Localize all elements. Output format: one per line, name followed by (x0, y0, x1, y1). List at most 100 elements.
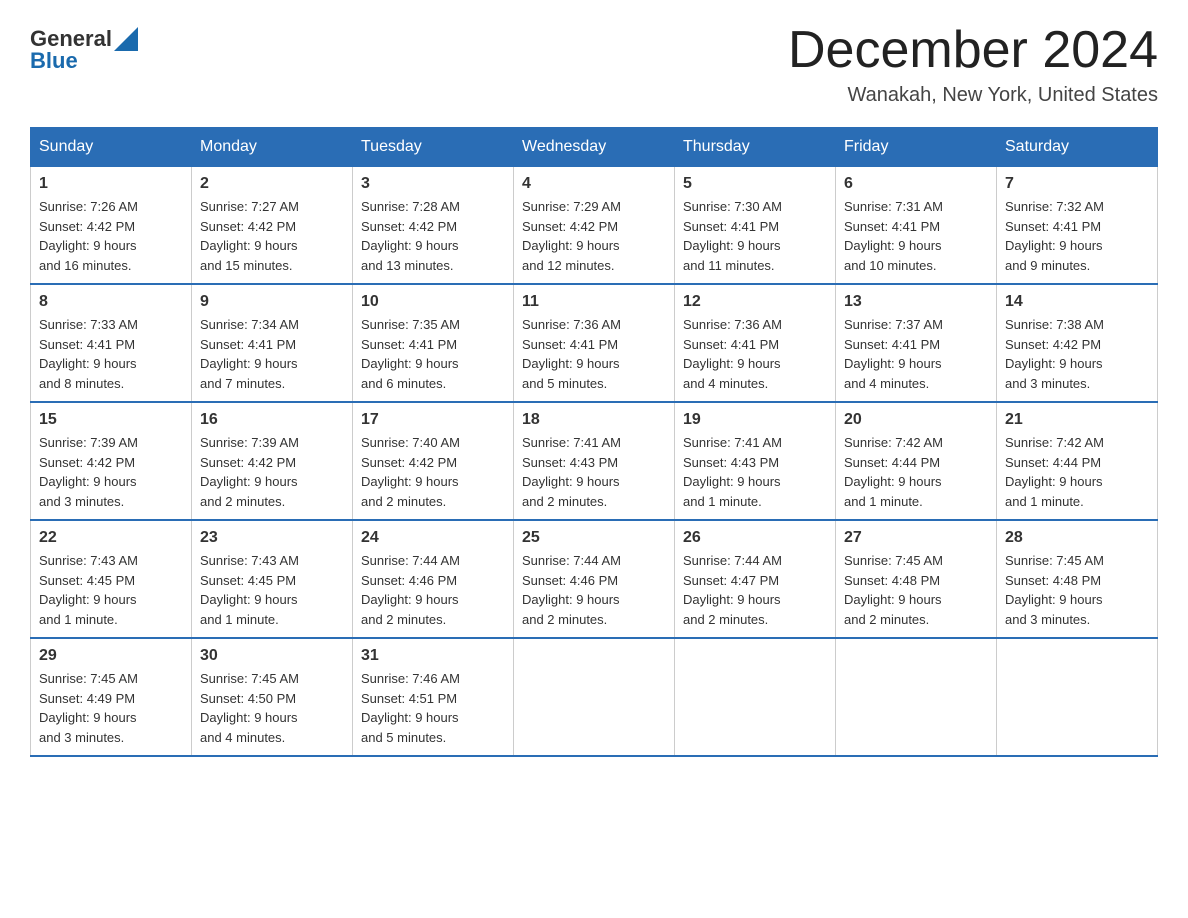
day-info: Sunrise: 7:35 AMSunset: 4:41 PMDaylight:… (361, 315, 505, 393)
day-number: 13 (844, 293, 988, 311)
day-number: 5 (683, 175, 827, 193)
calendar-cell: 27 Sunrise: 7:45 AMSunset: 4:48 PMDayligh… (836, 520, 997, 638)
day-number: 15 (39, 411, 183, 429)
day-info: Sunrise: 7:39 AMSunset: 4:42 PMDaylight:… (200, 433, 344, 511)
day-info: Sunrise: 7:38 AMSunset: 4:42 PMDaylight:… (1005, 315, 1149, 393)
day-number: 7 (1005, 175, 1149, 193)
day-number: 18 (522, 411, 666, 429)
day-header-tuesday: Tuesday (353, 128, 514, 167)
day-number: 1 (39, 175, 183, 193)
calendar-cell (836, 638, 997, 756)
month-title: December 2024 (788, 20, 1158, 80)
calendar-cell (675, 638, 836, 756)
day-number: 19 (683, 411, 827, 429)
location-title: Wanakah, New York, United States (788, 84, 1158, 107)
calendar-cell: 14 Sunrise: 7:38 AMSunset: 4:42 PMDayligh… (997, 284, 1158, 402)
day-info: Sunrise: 7:29 AMSunset: 4:42 PMDaylight:… (522, 197, 666, 275)
calendar-cell: 29Sunrise: 7:45 AMSunset: 4:49 PMDayligh… (31, 638, 192, 756)
calendar-week-row: 1 Sunrise: 7:26 AMSunset: 4:42 PMDaylight… (31, 167, 1158, 285)
day-number: 6 (844, 175, 988, 193)
day-number: 22 (39, 529, 183, 547)
day-info: Sunrise: 7:45 AMSunset: 4:50 PMDaylight:… (200, 669, 344, 747)
day-number: 31 (361, 647, 505, 665)
day-header-monday: Monday (192, 128, 353, 167)
calendar-week-row: 29Sunrise: 7:45 AMSunset: 4:49 PMDayligh… (31, 638, 1158, 756)
calendar-cell: 21Sunrise: 7:42 AMSunset: 4:44 PMDayligh… (997, 402, 1158, 520)
day-info: Sunrise: 7:26 AMSunset: 4:42 PMDaylight:… (39, 197, 183, 275)
calendar-cell: 9 Sunrise: 7:34 AMSunset: 4:41 PMDaylight… (192, 284, 353, 402)
day-header-sunday: Sunday (31, 128, 192, 167)
day-header-thursday: Thursday (675, 128, 836, 167)
day-info: Sunrise: 7:28 AMSunset: 4:42 PMDaylight:… (361, 197, 505, 275)
calendar-cell: 19Sunrise: 7:41 AMSunset: 4:43 PMDayligh… (675, 402, 836, 520)
title-area: December 2024 Wanakah, New York, United … (788, 20, 1158, 107)
calendar-cell: 7 Sunrise: 7:32 AMSunset: 4:41 PMDaylight… (997, 167, 1158, 285)
day-number: 28 (1005, 529, 1149, 547)
day-info: Sunrise: 7:30 AMSunset: 4:41 PMDaylight:… (683, 197, 827, 275)
calendar-cell: 16 Sunrise: 7:39 AMSunset: 4:42 PMDayligh… (192, 402, 353, 520)
calendar-cell: 18 Sunrise: 7:41 AMSunset: 4:43 PMDayligh… (514, 402, 675, 520)
day-number: 26 (683, 529, 827, 547)
day-number: 29 (39, 647, 183, 665)
day-number: 20 (844, 411, 988, 429)
logo-triangle-icon (114, 27, 138, 51)
day-number: 14 (1005, 293, 1149, 311)
calendar-cell: 11Sunrise: 7:36 AMSunset: 4:41 PMDayligh… (514, 284, 675, 402)
page-header: General Blue December 2024 Wanakah, New … (30, 20, 1158, 107)
calendar-cell: 26 Sunrise: 7:44 AMSunset: 4:47 PMDayligh… (675, 520, 836, 638)
calendar-cell (997, 638, 1158, 756)
day-info: Sunrise: 7:45 AMSunset: 4:48 PMDaylight:… (844, 551, 988, 629)
day-info: Sunrise: 7:43 AMSunset: 4:45 PMDaylight:… (200, 551, 344, 629)
day-info: Sunrise: 7:44 AMSunset: 4:46 PMDaylight:… (522, 551, 666, 629)
calendar-cell: 4 Sunrise: 7:29 AMSunset: 4:42 PMDaylight… (514, 167, 675, 285)
calendar-cell: 12Sunrise: 7:36 AMSunset: 4:41 PMDayligh… (675, 284, 836, 402)
day-info: Sunrise: 7:45 AMSunset: 4:48 PMDaylight:… (1005, 551, 1149, 629)
day-number: 23 (200, 529, 344, 547)
day-info: Sunrise: 7:44 AMSunset: 4:47 PMDaylight:… (683, 551, 827, 629)
day-info: Sunrise: 7:41 AMSunset: 4:43 PMDaylight:… (522, 433, 666, 511)
logo: General Blue (30, 20, 138, 74)
day-number: 11 (522, 293, 666, 311)
calendar-cell: 30 Sunrise: 7:45 AMSunset: 4:50 PMDayligh… (192, 638, 353, 756)
day-number: 27 (844, 529, 988, 547)
day-number: 8 (39, 293, 183, 311)
calendar-cell (514, 638, 675, 756)
calendar-cell: 23 Sunrise: 7:43 AMSunset: 4:45 PMDayligh… (192, 520, 353, 638)
day-info: Sunrise: 7:32 AMSunset: 4:41 PMDaylight:… (1005, 197, 1149, 275)
day-number: 16 (200, 411, 344, 429)
calendar-cell: 6Sunrise: 7:31 AMSunset: 4:41 PMDaylight… (836, 167, 997, 285)
day-info: Sunrise: 7:39 AMSunset: 4:42 PMDaylight:… (39, 433, 183, 511)
day-info: Sunrise: 7:34 AMSunset: 4:41 PMDaylight:… (200, 315, 344, 393)
day-info: Sunrise: 7:46 AMSunset: 4:51 PMDaylight:… (361, 669, 505, 747)
day-header-saturday: Saturday (997, 128, 1158, 167)
day-number: 30 (200, 647, 344, 665)
day-info: Sunrise: 7:40 AMSunset: 4:42 PMDaylight:… (361, 433, 505, 511)
day-header-friday: Friday (836, 128, 997, 167)
calendar-cell: 15 Sunrise: 7:39 AMSunset: 4:42 PMDayligh… (31, 402, 192, 520)
calendar-cell: 31 Sunrise: 7:46 AMSunset: 4:51 PMDayligh… (353, 638, 514, 756)
calendar-week-row: 22 Sunrise: 7:43 AMSunset: 4:45 PMDayligh… (31, 520, 1158, 638)
calendar-table: SundayMondayTuesdayWednesdayThursdayFrid… (30, 127, 1158, 757)
calendar-cell: 24Sunrise: 7:44 AMSunset: 4:46 PMDayligh… (353, 520, 514, 638)
calendar-cell: 2Sunrise: 7:27 AMSunset: 4:42 PMDaylight… (192, 167, 353, 285)
day-info: Sunrise: 7:42 AMSunset: 4:44 PMDaylight:… (1005, 433, 1149, 511)
calendar-cell: 25 Sunrise: 7:44 AMSunset: 4:46 PMDayligh… (514, 520, 675, 638)
day-header-wednesday: Wednesday (514, 128, 675, 167)
day-info: Sunrise: 7:27 AMSunset: 4:42 PMDaylight:… (200, 197, 344, 275)
day-info: Sunrise: 7:37 AMSunset: 4:41 PMDaylight:… (844, 315, 988, 393)
calendar-week-row: 8 Sunrise: 7:33 AMSunset: 4:41 PMDaylight… (31, 284, 1158, 402)
calendar-cell: 8 Sunrise: 7:33 AMSunset: 4:41 PMDaylight… (31, 284, 192, 402)
calendar-cell: 1 Sunrise: 7:26 AMSunset: 4:42 PMDaylight… (31, 167, 192, 285)
logo-blue-text: Blue (30, 48, 78, 74)
day-info: Sunrise: 7:42 AMSunset: 4:44 PMDaylight:… (844, 433, 988, 511)
day-number: 25 (522, 529, 666, 547)
day-number: 3 (361, 175, 505, 193)
day-number: 9 (200, 293, 344, 311)
day-number: 4 (522, 175, 666, 193)
calendar-week-row: 15 Sunrise: 7:39 AMSunset: 4:42 PMDayligh… (31, 402, 1158, 520)
calendar-cell: 20 Sunrise: 7:42 AMSunset: 4:44 PMDayligh… (836, 402, 997, 520)
day-info: Sunrise: 7:33 AMSunset: 4:41 PMDaylight:… (39, 315, 183, 393)
calendar-cell: 22Sunrise: 7:43 AMSunset: 4:45 PMDayligh… (31, 520, 192, 638)
calendar-cell: 13 Sunrise: 7:37 AMSunset: 4:41 PMDayligh… (836, 284, 997, 402)
day-number: 10 (361, 293, 505, 311)
